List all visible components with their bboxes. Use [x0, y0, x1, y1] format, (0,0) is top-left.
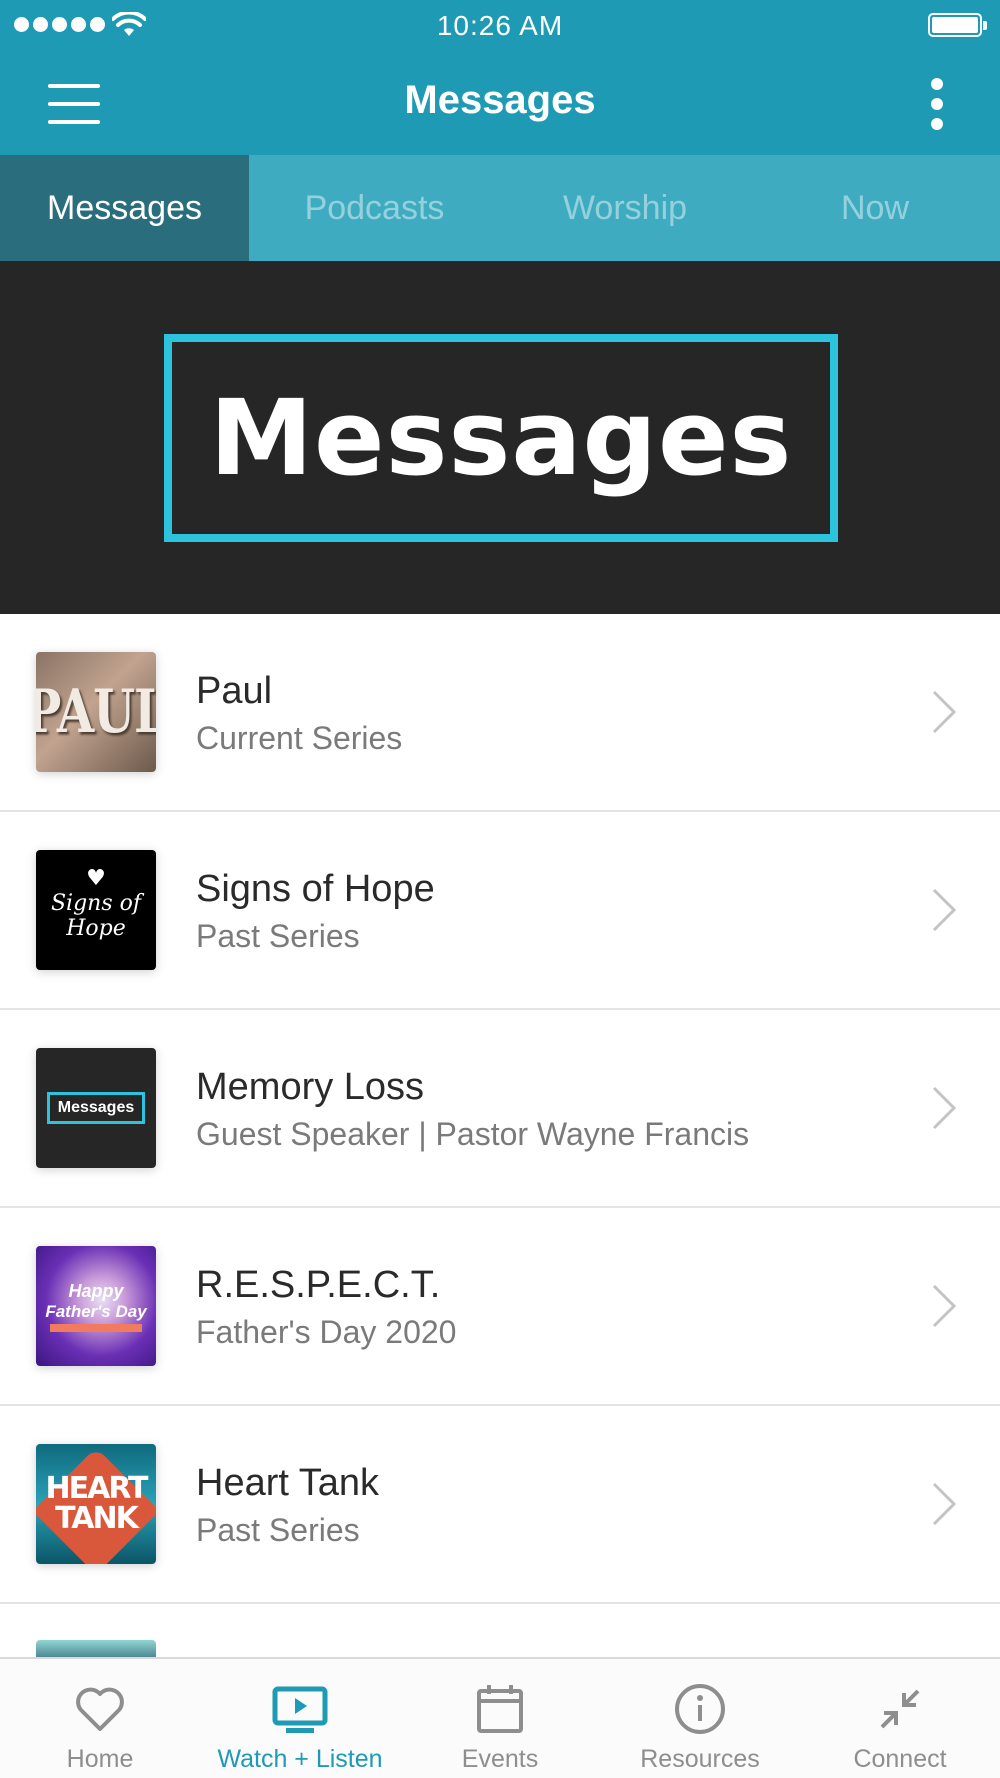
tab-now[interactable]: Now	[750, 155, 1000, 261]
bottom-tab-bar: Home Watch + Listen Events Resources Con…	[0, 1657, 1000, 1778]
chevron-right-icon	[932, 690, 957, 734]
tab-messages[interactable]: Messages	[0, 155, 249, 261]
series-thumbnail: Messages	[36, 1048, 156, 1168]
list-item-paul[interactable]: PAUL Paul Current Series	[0, 614, 1000, 812]
heart-icon	[76, 1687, 124, 1731]
thumbnail-text-line: TANK	[55, 1501, 139, 1536]
thumbnail-band	[50, 1323, 142, 1332]
page-title: Messages	[404, 78, 596, 122]
list-item-heart-tank[interactable]: HEART TANK Heart Tank Past Series	[0, 1406, 1000, 1604]
item-title: R.E.S.P.E.C.T.	[196, 1264, 441, 1306]
tabbar-label: Home	[66, 1745, 134, 1773]
list-item-partial[interactable]	[0, 1604, 1000, 1670]
thumbnail-text: Hope	[66, 916, 126, 941]
battery-icon	[928, 13, 987, 37]
tabbar-label: Watch + Listen	[217, 1745, 383, 1773]
tabbar-connect[interactable]: Connect	[800, 1659, 1000, 1778]
tab-podcasts[interactable]: Podcasts	[249, 155, 500, 261]
chevron-right-icon	[932, 1284, 957, 1328]
series-thumbnail: HEART TANK	[36, 1444, 156, 1564]
messages-banner: Messages	[0, 261, 1000, 614]
more-vertical-icon[interactable]	[924, 76, 950, 132]
item-subtitle: Current Series	[196, 720, 403, 756]
tab-strip: Messages Podcasts Worship Now	[0, 155, 1000, 261]
list-item-respect[interactable]: Happy Father's Day R.E.S.P.E.C.T. Father…	[0, 1208, 1000, 1406]
tabbar-resources[interactable]: Resources	[600, 1659, 800, 1778]
thumbnail-text: HEART TANK	[45, 1474, 148, 1536]
heart-icon: ♥	[86, 866, 106, 891]
thumbnail-text: Happy	[68, 1280, 124, 1301]
tabbar-home[interactable]: Home	[0, 1659, 200, 1778]
chevron-right-icon	[932, 1482, 957, 1526]
list-item-memory-loss[interactable]: Messages Memory Loss Guest Speaker | Pas…	[0, 1010, 1000, 1208]
item-subtitle: Past Series	[196, 1512, 360, 1548]
status-time: 10:26 AM	[436, 10, 564, 41]
item-title: Signs of Hope	[196, 868, 435, 910]
thumbnail-text: PAUL	[36, 677, 156, 747]
info-icon	[675, 1684, 725, 1734]
chevron-right-icon	[932, 1086, 957, 1130]
item-subtitle: Father's Day 2020	[196, 1314, 457, 1350]
list-item-signs-of-hope[interactable]: ♥ Signs of Hope Signs of Hope Past Serie…	[0, 812, 1000, 1010]
banner-frame: Messages	[164, 334, 838, 542]
tabbar-label: Connect	[853, 1745, 947, 1773]
item-title: Heart Tank	[196, 1462, 380, 1504]
series-thumbnail: Happy Father's Day	[36, 1246, 156, 1366]
collapse-arrows-icon	[880, 1689, 920, 1729]
tabbar-label: Resources	[640, 1745, 760, 1773]
item-title: Memory Loss	[196, 1066, 425, 1108]
nav-bar: Messages	[0, 50, 1000, 155]
thumbnail-text: Father's Day	[45, 1301, 147, 1321]
status-bar: 10:26 AM	[0, 0, 1000, 50]
thumbnail-text: Signs of	[50, 891, 142, 916]
calendar-icon	[477, 1685, 523, 1733]
tabbar-events[interactable]: Events	[400, 1659, 600, 1778]
series-thumbnail: ♥ Signs of Hope	[36, 850, 156, 970]
thumbnail-text: Messages	[46, 1092, 146, 1124]
tv-play-icon	[272, 1686, 328, 1733]
item-subtitle: Guest Speaker | Pastor Wayne Francis	[196, 1116, 750, 1152]
item-subtitle: Past Series	[196, 918, 360, 954]
tabbar-watch-listen[interactable]: Watch + Listen	[200, 1659, 400, 1778]
series-list: PAUL Paul Current Series ♥ Signs of Hope…	[0, 614, 1000, 1670]
series-thumbnail: PAUL	[36, 652, 156, 772]
item-title: Paul	[196, 670, 273, 712]
tabbar-label: Events	[461, 1745, 539, 1773]
chevron-right-icon	[932, 888, 957, 932]
tab-worship[interactable]: Worship	[500, 155, 750, 261]
banner-title: Messages	[209, 377, 793, 499]
